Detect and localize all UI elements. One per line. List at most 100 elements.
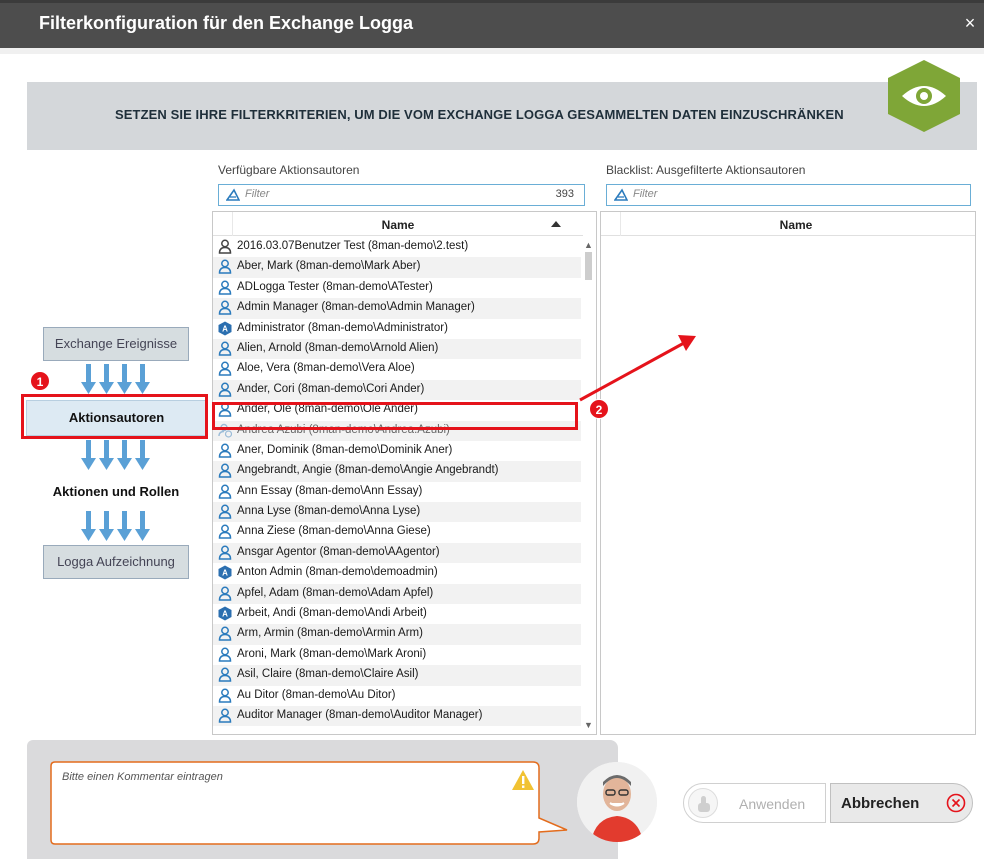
list-item[interactable]: Aroni, Mark (8man-demo\Mark Aroni) xyxy=(213,645,581,665)
user-icon xyxy=(218,586,232,601)
user-icon xyxy=(218,667,232,682)
list-item[interactable]: Admin Manager (8man-demo\Admin Manager) xyxy=(213,298,581,319)
list-item[interactable]: Ander, Cori (8man-demo\Cori Ander) xyxy=(213,379,581,401)
person-icon xyxy=(577,762,657,842)
scroll-up-icon[interactable]: ▲ xyxy=(583,240,594,250)
list-item[interactable]: Apfel, Adam (8man-demo\Adam Apfel) xyxy=(213,583,581,605)
window-title: Filterkonfiguration für den Exchange Log… xyxy=(39,13,414,33)
user-icon xyxy=(218,504,232,519)
list-item[interactable]: ADLogga Tester (8man-demo\ATester) xyxy=(213,278,581,298)
admin-icon: A xyxy=(218,565,232,580)
sort-ascending-icon[interactable] xyxy=(551,221,561,227)
list-item-label: Anna Ziese (8man-demo\Anna Giese) xyxy=(237,525,431,538)
list-item[interactable]: A Anton Admin (8man-demo\demoadmin) xyxy=(213,563,581,583)
admin-icon: A xyxy=(218,321,232,336)
available-list-header[interactable]: Name xyxy=(213,212,583,236)
step-aktionen-und-rollen[interactable]: Aktionen und Rollen xyxy=(43,475,189,509)
user-icon xyxy=(218,545,232,560)
step-exchange-ereignisse[interactable]: Exchange Ereignisse xyxy=(43,327,189,361)
user-icon xyxy=(218,280,232,295)
cancel-x-icon xyxy=(946,793,966,813)
user-icon xyxy=(218,484,232,499)
available-filter-placeholder: Filter xyxy=(245,188,270,200)
list-item-label: Anna Lyse (8man-demo\Anna Lyse) xyxy=(237,505,421,518)
user-icon xyxy=(218,443,232,458)
scroll-thumb[interactable] xyxy=(585,252,592,280)
list-item-label: Ann Essay (8man-demo\Ann Essay) xyxy=(237,484,423,497)
blacklist-filter-placeholder: Filter xyxy=(633,188,658,200)
user-icon xyxy=(218,647,232,662)
down-arrows-icon xyxy=(81,511,150,541)
vertical-scrollbar[interactable]: ▲ ▼ xyxy=(581,236,596,734)
list-item[interactable]: Auditor Manager (8man-demo\Auditor Manag… xyxy=(213,705,581,727)
list-item[interactable]: Ann Essay (8man-demo\Ann Essay) xyxy=(213,482,581,502)
list-item-label: Asil, Claire (8man-demo\Claire Asil) xyxy=(237,668,419,681)
list-item[interactable]: Alien, Arnold (8man-demo\Arnold Alien) xyxy=(213,338,581,360)
eye-icon xyxy=(888,60,960,132)
list-item[interactable]: Anna Ziese (8man-demo\Anna Giese) xyxy=(213,522,581,542)
highlight-step-box xyxy=(21,394,208,439)
list-item-label: 2016.03.07Benutzer Test (8man-demo\2.tes… xyxy=(237,240,469,252)
svg-text:A: A xyxy=(222,569,228,578)
list-item-label: Au Ditor (8man-demo\Au Ditor) xyxy=(237,688,396,701)
list-item-label: Administrator (8man-demo\Administrator) xyxy=(237,321,448,334)
filter-icon xyxy=(614,188,628,201)
list-item-label: ADLogga Tester (8man-demo\ATester) xyxy=(237,280,433,293)
list-item[interactable]: Aner, Dominik (8man-demo\Dominik Aner) xyxy=(213,441,581,461)
list-item[interactable]: A Administrator (8man-demo\Administrator) xyxy=(213,319,581,339)
list-item[interactable]: 2016.03.07Benutzer Test (8man-demo\2.tes… xyxy=(213,237,581,257)
down-arrows-icon xyxy=(81,364,150,394)
list-item-label: Arm, Armin (8man-demo\Armin Arm) xyxy=(237,627,423,640)
list-item[interactable]: Anna Lyse (8man-demo\Anna Lyse) xyxy=(213,502,581,523)
blacklist-name-column-header[interactable]: Name xyxy=(621,218,971,232)
list-item[interactable]: Aloe, Vera (8man-demo\Vera Aloe) xyxy=(213,359,581,379)
list-item[interactable]: A Arbeit, Andi (8man-demo\Andi Arbeit) xyxy=(213,604,581,624)
list-item-label: Aber, Mark (8man-demo\Mark Aber) xyxy=(237,260,421,273)
list-item-label: Admin Manager (8man-demo\Admin Manager) xyxy=(237,301,475,314)
blacklist-list[interactable]: Name xyxy=(600,211,976,735)
apply-button-label: Anwenden xyxy=(739,796,806,812)
user-icon xyxy=(218,300,232,315)
admin-icon: A xyxy=(218,606,232,621)
user-outline-icon xyxy=(218,239,232,254)
user-icon xyxy=(218,361,232,377)
blacklist-list-header[interactable]: Name xyxy=(601,212,975,236)
hand-icon xyxy=(688,788,718,818)
comment-input[interactable]: Bitte einen Kommentar eintragen xyxy=(62,771,223,783)
name-column-header[interactable]: Name xyxy=(233,218,563,232)
available-authors-list[interactable]: Name 2016.03.07Benutzer Test (8man-demo\… xyxy=(212,211,597,735)
cancel-button[interactable]: Abbrechen xyxy=(830,783,973,823)
annotation-badge-1: 1 xyxy=(30,371,50,391)
svg-text:A: A xyxy=(222,610,228,619)
list-item[interactable]: Ansgar Agentor (8man-demo\AAgentor) xyxy=(213,542,581,564)
list-item-label: Arbeit, Andi (8man-demo\Andi Arbeit) xyxy=(237,607,427,620)
scroll-down-icon[interactable]: ▼ xyxy=(583,720,594,730)
list-item-label: Aloe, Vera (8man-demo\Vera Aloe) xyxy=(237,362,415,375)
user-icon xyxy=(218,382,232,397)
highlight-row xyxy=(212,402,578,430)
title-divider xyxy=(0,48,984,54)
user-icon xyxy=(218,626,232,642)
blacklist-filter-input[interactable]: Filter xyxy=(606,184,971,206)
list-item[interactable]: Angebrandt, Angie (8man-demo\Angie Angeb… xyxy=(213,461,581,482)
warning-icon xyxy=(512,770,534,790)
list-item-label: Alien, Arnold (8man-demo\Arnold Alien) xyxy=(237,341,439,354)
list-item-label: Apfel, Adam (8man-demo\Adam Apfel) xyxy=(237,586,434,599)
list-item[interactable]: Aber, Mark (8man-demo\Mark Aber) xyxy=(213,257,581,278)
cancel-button-label: Abbrechen xyxy=(841,795,920,812)
instruction-banner: SETZEN SIE IHRE FILTERKRITERIEN, UM DIE … xyxy=(27,82,977,150)
banner-text: SETZEN SIE IHRE FILTERKRITERIEN, UM DIE … xyxy=(115,107,844,122)
available-authors-title: Verfügbare Aktionsautoren xyxy=(218,163,360,177)
title-bar-accent xyxy=(0,0,984,3)
apply-button[interactable]: Anwenden xyxy=(683,783,826,823)
list-item[interactable]: Au Ditor (8man-demo\Au Ditor) xyxy=(213,686,581,706)
header-gutter xyxy=(213,212,233,236)
user-icon xyxy=(218,259,232,275)
available-filter-input[interactable]: Filter 393 xyxy=(218,184,585,206)
step-logga-aufzeichnung[interactable]: Logga Aufzeichnung xyxy=(43,545,189,579)
list-item[interactable]: Arm, Armin (8man-demo\Armin Arm) xyxy=(213,624,581,645)
list-item[interactable]: Asil, Claire (8man-demo\Claire Asil) xyxy=(213,665,581,686)
list-item-label: Aner, Dominik (8man-demo\Dominik Aner) xyxy=(237,443,453,456)
close-button[interactable]: × xyxy=(959,12,981,34)
list-item-label: Ander, Cori (8man-demo\Cori Ander) xyxy=(237,382,425,395)
